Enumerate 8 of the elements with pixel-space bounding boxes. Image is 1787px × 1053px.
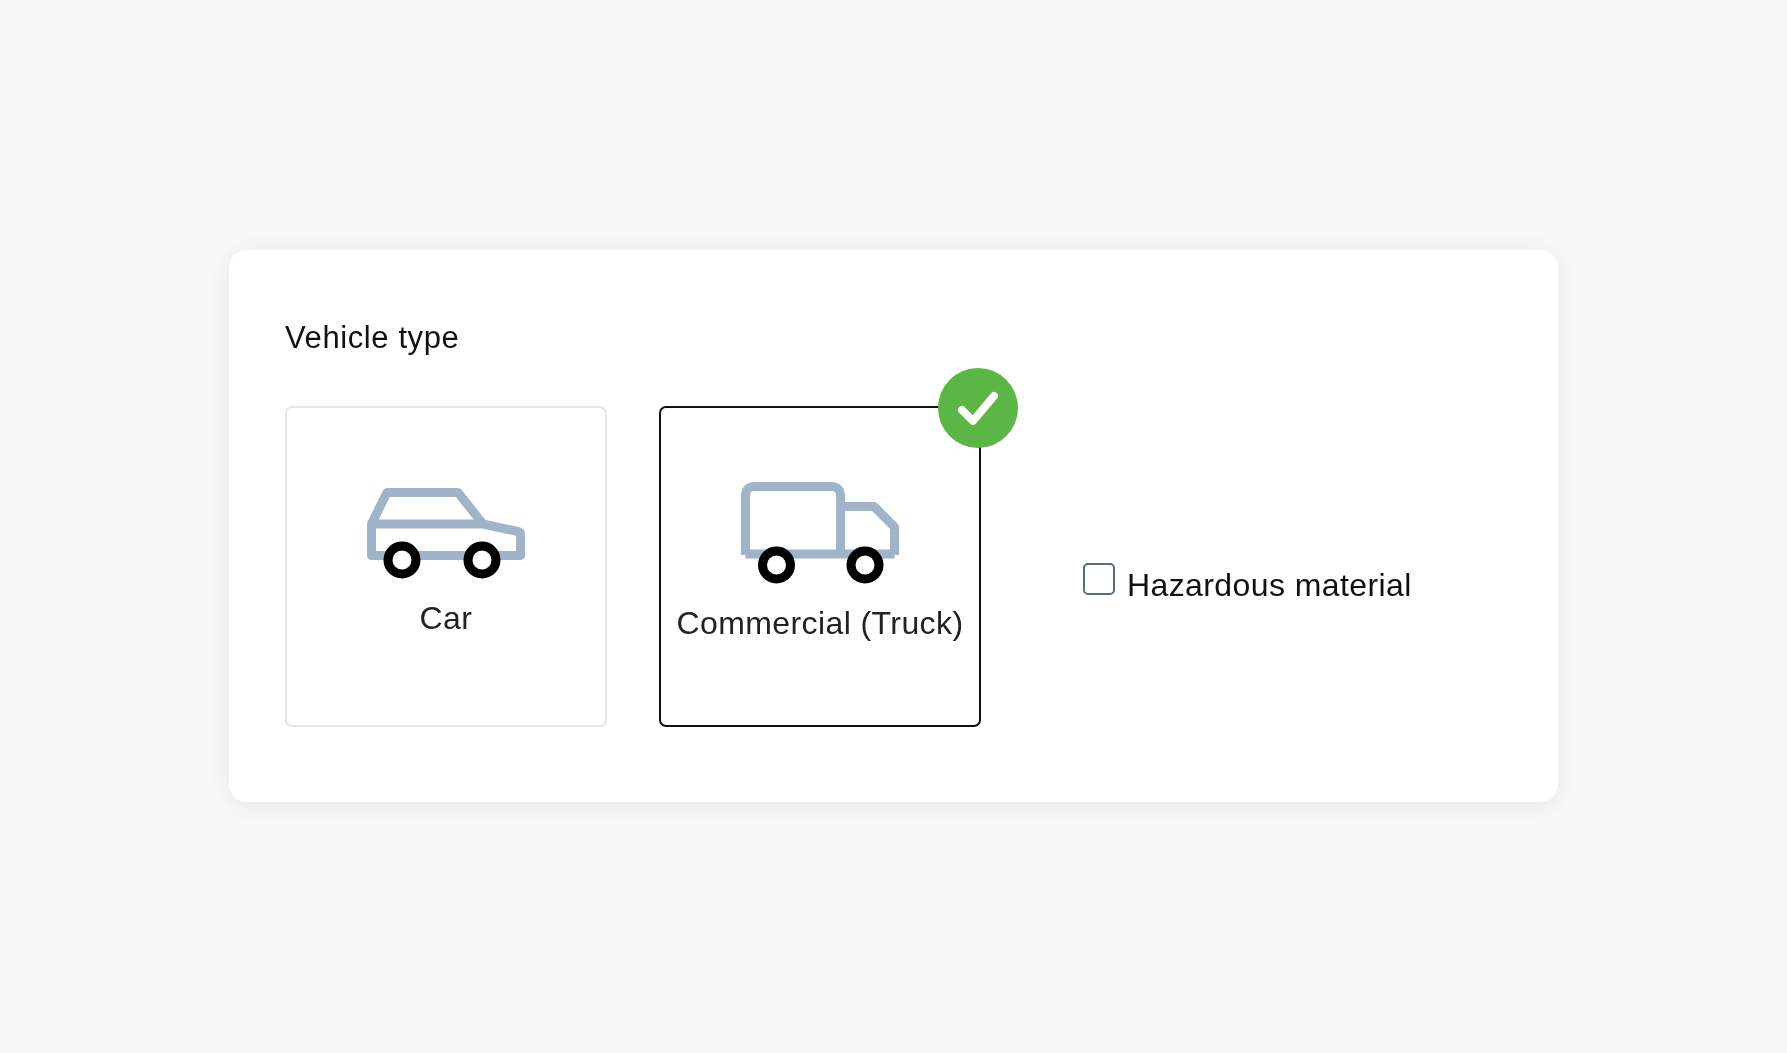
truck-icon (741, 482, 899, 584)
car-icon (367, 487, 525, 579)
vehicle-option[interactable]: Car (285, 406, 607, 727)
section-title: Vehicle type (285, 320, 460, 356)
check-badge-icon (938, 368, 1018, 448)
checkbox[interactable] (1083, 562, 1115, 595)
vehicle-option[interactable]: Commercial (Truck) (659, 406, 981, 727)
checkbox-label[interactable]: Hazardous material (1127, 565, 1412, 604)
